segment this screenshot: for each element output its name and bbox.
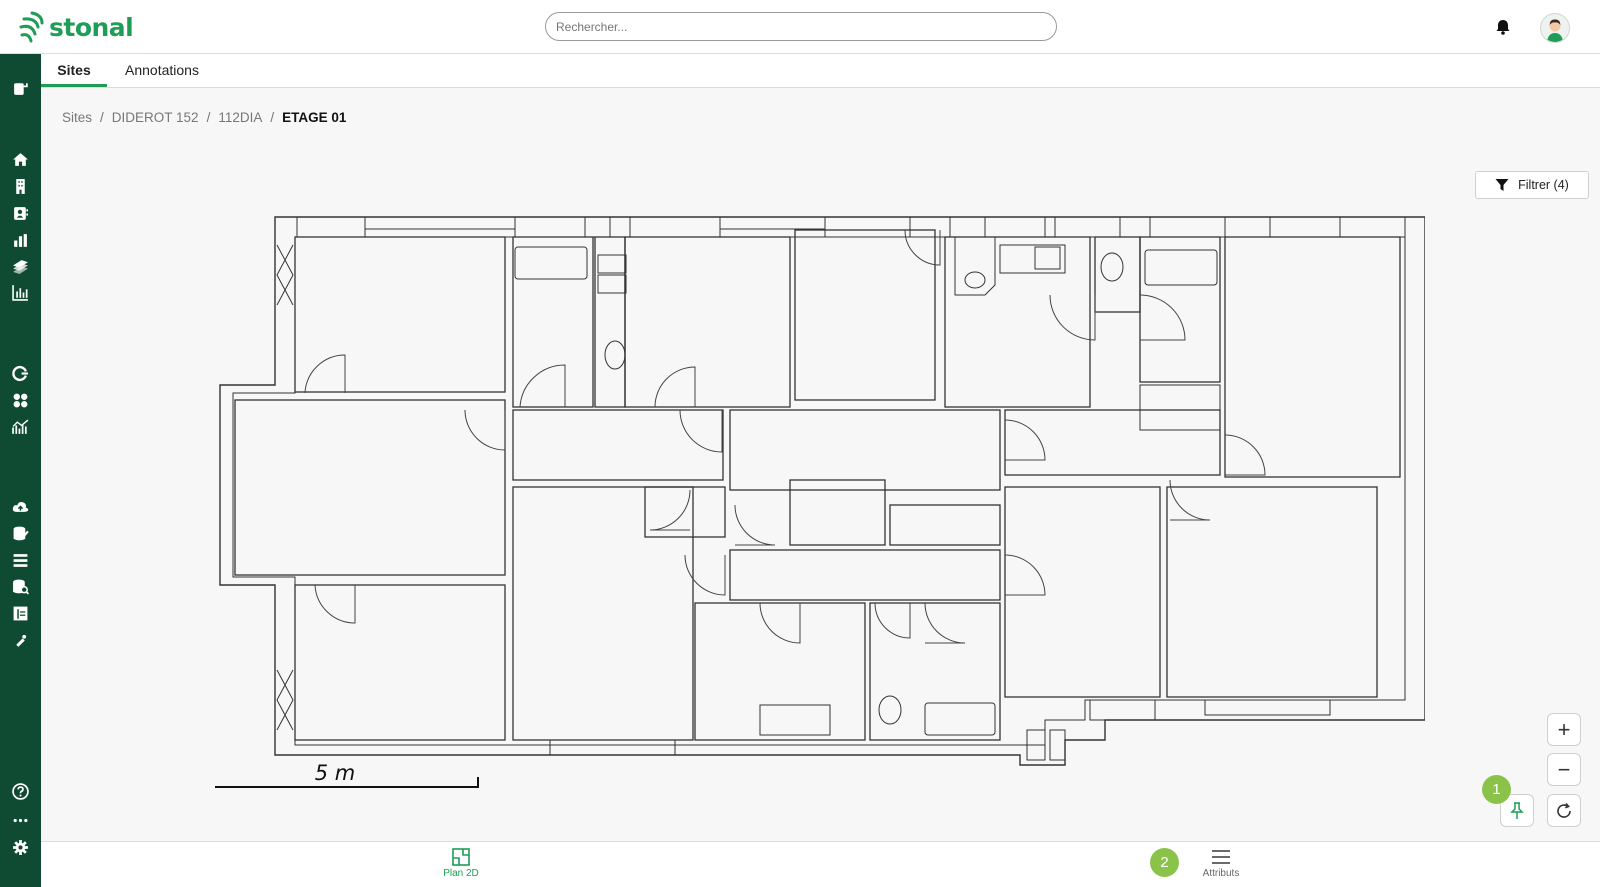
zoom-out-button[interactable]: − <box>1547 753 1581 786</box>
home-icon[interactable] <box>10 150 31 169</box>
room <box>1224 236 1401 478</box>
room <box>512 236 594 408</box>
list-icon[interactable] <box>10 551 31 570</box>
cloud-upload-icon[interactable] <box>10 497 31 516</box>
reset-icon <box>1557 802 1571 818</box>
room <box>1094 236 1141 313</box>
step-badge-2: 2 <box>1150 848 1179 877</box>
breadcrumb-separator: / <box>206 110 211 125</box>
plan-2d-icon <box>452 848 470 866</box>
more-icon[interactable] <box>10 811 31 830</box>
room <box>869 602 1001 741</box>
filter-icon <box>1495 179 1509 191</box>
tab-sites[interactable]: Sites <box>41 54 107 87</box>
room <box>1139 236 1221 383</box>
database-search-icon[interactable] <box>10 577 31 596</box>
hamburger-icon <box>1212 850 1230 864</box>
logo-wordmark: stonal <box>49 12 134 42</box>
app-logo[interactable]: stonal <box>18 10 134 44</box>
outer-wall-inner <box>232 236 1406 746</box>
room <box>624 236 791 408</box>
room <box>944 236 1091 408</box>
bottom-bar: Plan 2D 2 Attributs <box>41 841 1600 887</box>
attributes-label: Attributs <box>1202 868 1240 879</box>
corridor <box>512 409 724 481</box>
plan-2d-button[interactable]: Plan 2D <box>431 846 491 879</box>
room <box>594 236 626 408</box>
layout-icon[interactable] <box>10 604 31 623</box>
breadcrumb-building[interactable]: 112DIA <box>218 110 262 125</box>
sidebar <box>0 54 41 887</box>
stonal-logo-icon <box>19 11 44 43</box>
room <box>889 504 1001 546</box>
bar-chart-icon[interactable] <box>10 231 31 250</box>
breadcrumb-current: ETAGE 01 <box>282 110 347 125</box>
floor-plan[interactable]: 5 m <box>215 215 1425 805</box>
toggle-panel-icon[interactable] <box>10 79 31 98</box>
top-bar: stonal <box>0 0 1600 54</box>
reset-view-button[interactable] <box>1547 794 1581 827</box>
attributes-button[interactable]: Attributs <box>1191 846 1251 879</box>
plan-2d-label: Plan 2D <box>443 868 479 879</box>
room <box>294 584 506 741</box>
breadcrumb: Sites / DIDEROT 152 / 112DIA / ETAGE 01 <box>62 110 346 125</box>
breadcrumb-separator: / <box>100 110 104 125</box>
room <box>512 486 694 741</box>
scale-label: 5 m <box>315 761 356 785</box>
outer-wall <box>219 216 1425 766</box>
pin-icon <box>1510 801 1524 819</box>
room <box>234 399 506 576</box>
notifications-bell-icon[interactable] <box>1493 17 1513 37</box>
layers-icon[interactable] <box>10 257 31 276</box>
corridor <box>729 549 1001 601</box>
contacts-icon[interactable] <box>10 204 31 223</box>
corridor <box>1004 409 1221 476</box>
corridor <box>729 409 1001 491</box>
room <box>794 229 936 401</box>
breadcrumb-separator: / <box>270 110 275 125</box>
filter-label: Filtrer (4) <box>1518 178 1569 192</box>
building-icon[interactable] <box>10 177 31 196</box>
user-avatar[interactable] <box>1540 13 1570 43</box>
refresh-icon[interactable] <box>10 364 31 383</box>
room <box>694 602 866 741</box>
pen-icon[interactable] <box>10 631 31 650</box>
filter-button[interactable]: Filtrer (4) <box>1475 171 1589 199</box>
database-edit-icon[interactable] <box>10 524 31 543</box>
search-input[interactable] <box>545 12 1057 41</box>
step-badge-1: 1 <box>1482 775 1511 804</box>
apps-icon[interactable] <box>10 391 31 410</box>
room <box>294 236 506 393</box>
analytics-icon[interactable] <box>10 283 31 302</box>
tab-annotations[interactable]: Annotations <box>121 54 203 87</box>
breadcrumb-sites[interactable]: Sites <box>62 110 92 125</box>
tab-bar: Sites Annotations <box>41 54 1600 88</box>
zoom-in-button[interactable]: + <box>1547 713 1581 746</box>
room <box>1004 486 1161 698</box>
settings-icon[interactable] <box>10 838 31 857</box>
help-icon[interactable] <box>10 782 31 801</box>
breadcrumb-site[interactable]: DIDEROT 152 <box>112 110 199 125</box>
trend-chart-icon[interactable] <box>10 418 31 437</box>
